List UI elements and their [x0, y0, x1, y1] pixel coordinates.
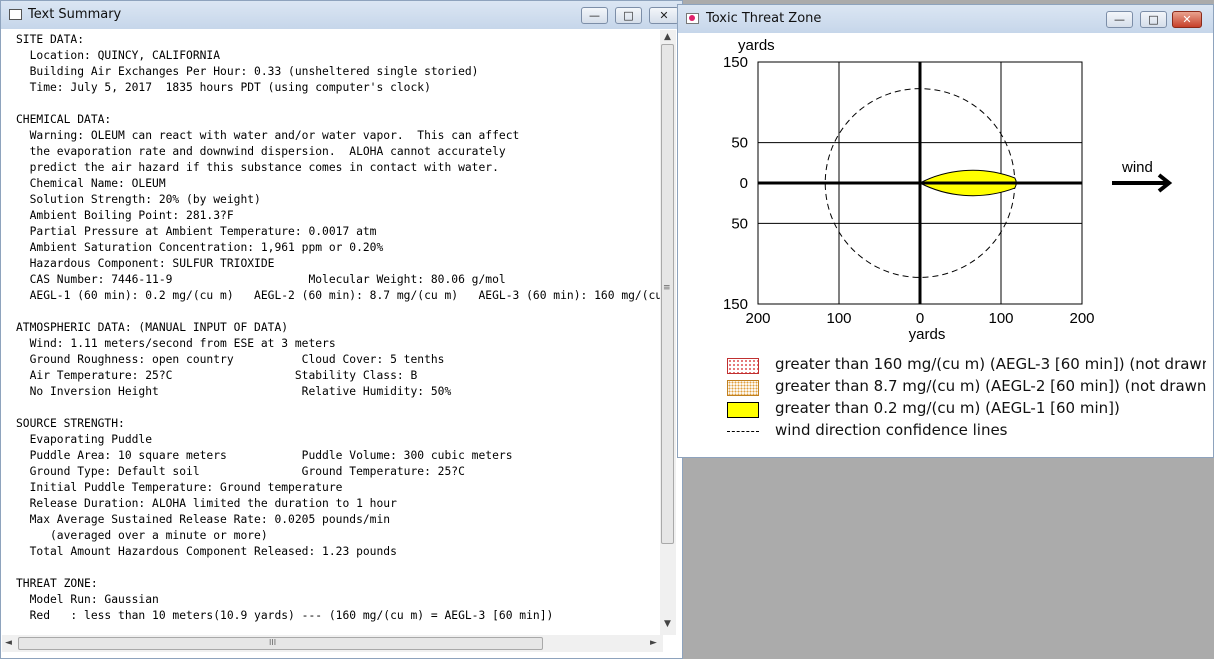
x-tick-label: 0 [916, 310, 924, 327]
y-tick-label: 150 [723, 296, 748, 313]
summary-line: Time: July 5, 2017 1835 hours PDT (using… [16, 81, 431, 94]
summary-text-area[interactable]: SITE DATA: Location: QUINCY, CALIFORNIA … [2, 30, 663, 635]
summary-line: Ambient Saturation Concentration: 1,961 … [16, 241, 384, 254]
x-tick-label: 100 [826, 310, 851, 327]
y-tick-label: 0 [740, 175, 748, 192]
summary-line: Hazardous Component: SULFUR TRIOXIDE [16, 257, 275, 270]
maximize-icon: □ [623, 9, 634, 22]
summary-line: Ambient Boiling Point: 281.3?F [16, 209, 234, 222]
summary-line: Puddle Area: 10 square meters Puddle Vol… [16, 449, 513, 462]
close-button[interactable]: ✕ [649, 7, 679, 24]
horizontal-scrollbar[interactable]: ◄ III ► [2, 635, 663, 652]
summary-line: Release Duration: ALOHA limited the dura… [16, 497, 397, 510]
summary-line: SOURCE STRENGTH: [16, 417, 125, 430]
text-document-icon [9, 9, 22, 20]
summary-line: SITE DATA: [16, 33, 85, 46]
wind-label: wind [1121, 159, 1153, 176]
close-icon: ✕ [659, 9, 669, 22]
summary-line: AEGL-1 (60 min): 0.2 mg/(cu m) AEGL-2 (6… [16, 289, 663, 302]
scroll-left-icon[interactable]: ◄ [5, 638, 12, 648]
summary-line: Initial Puddle Temperature: Ground tempe… [16, 481, 343, 494]
x-tick-label: 200 [745, 310, 770, 327]
y-tick-label: 50 [731, 135, 748, 152]
summary-line: No Inversion Height Relative Humidity: 5… [16, 385, 452, 398]
summary-line: Air Temperature: 25?C Stability Class: B [16, 369, 418, 382]
threat-zone-client: 150 50 0 50 150 200 100 0 100 200 yards yards wind … [685, 34, 1206, 452]
legend-label: wind direction confidence lines [775, 421, 1008, 439]
summary-line: (averaged over a minute or more) [16, 529, 268, 542]
summary-line: Partial Pressure at Ambient Temperature:… [16, 225, 377, 238]
y-axis-label: yards [738, 37, 775, 54]
threat-zone-titlebar[interactable]: Toxic Threat Zone — □ ✕ [678, 5, 1213, 33]
x-axis-label: yards [909, 326, 946, 343]
minimize-button[interactable]: — [581, 7, 608, 24]
vertical-scroll-thumb[interactable]: ≡ [661, 44, 674, 544]
close-button[interactable]: ✕ [1172, 11, 1202, 28]
vertical-scrollbar[interactable]: ▲ ≡ ▼ [660, 30, 676, 635]
maximize-button[interactable]: □ [1140, 11, 1167, 28]
minimize-icon: — [589, 9, 600, 22]
window-title: Toxic Threat Zone [706, 11, 822, 26]
summary-line: CHEMICAL DATA: [16, 113, 112, 126]
toxic-threat-zone-window: Toxic Threat Zone — □ ✕ 150 50 0 50 150 200 10… [677, 4, 1214, 458]
summary-line: Evaporating Puddle [16, 433, 153, 446]
scroll-down-icon[interactable]: ▼ [664, 619, 671, 629]
legend-label: greater than 0.2 mg/(cu m) (AEGL-1 [60 m… [775, 399, 1120, 417]
grip-icon: ≡ [663, 283, 671, 293]
maximize-icon: □ [1148, 13, 1159, 26]
close-icon: ✕ [1182, 13, 1192, 26]
summary-line: Red : less than 10 meters(10.9 yards) --… [16, 609, 554, 622]
summary-line: ATMOSPHERIC DATA: (MANUAL INPUT OF DATA) [16, 321, 289, 334]
minimize-button[interactable]: — [1106, 11, 1133, 28]
legend-swatch [727, 402, 759, 418]
summary-line: Building Air Exchanges Per Hour: 0.33 (u… [16, 65, 479, 78]
y-tick-label: 50 [731, 215, 748, 232]
summary-line: predict the air hazard if this substance… [16, 161, 499, 174]
legend-swatch [727, 380, 759, 396]
threat-zone-plot: 15050050150200 100 0 100 200yardsyards wind [723, 37, 1173, 343]
x-tick-label: 200 [1069, 310, 1094, 327]
dashed-line-swatch [727, 431, 759, 432]
summary-line: THREAT ZONE: [16, 577, 98, 590]
summary-line: Max Average Sustained Release Rate: 0.02… [16, 513, 391, 526]
text-summary-window: Text Summary — □ ✕ SITE DATA: Location: … [0, 0, 683, 659]
summary-line: the evaporation rate and downwind disper… [16, 145, 506, 158]
y-tick-label: 150 [723, 54, 748, 71]
summary-line: Ground Roughness: open country Cloud Cov… [16, 353, 445, 366]
minimize-icon: — [1114, 13, 1125, 26]
summary-line: Ground Type: Default soil Ground Tempera… [16, 465, 465, 478]
maximize-button[interactable]: □ [615, 7, 642, 24]
x-tick-label: 100 [988, 310, 1013, 327]
summary-line: Location: QUINCY, CALIFORNIA [16, 49, 221, 62]
summary-line: Wind: 1.11 meters/second from ESE at 3 m… [16, 337, 336, 350]
legend-label: greater than 160 mg/(cu m) (AEGL-3 [60 m… [775, 355, 1206, 373]
summary-line: Total Amount Hazardous Component Release… [16, 545, 397, 558]
summary-line: Solution Strength: 20% (by weight) [16, 193, 261, 206]
horizontal-scroll-thumb[interactable]: III [18, 637, 543, 650]
wind-direction-arrow-icon [1112, 173, 1173, 193]
summary-line: Chemical Name: OLEUM [16, 177, 166, 190]
summary-text: SITE DATA: Location: QUINCY, CALIFORNIA … [2, 30, 663, 624]
legend-swatch [727, 358, 759, 374]
summary-line: Warning: OLEUM can react with water and/… [16, 129, 520, 142]
summary-line: CAS Number: 7446-11-9 Molecular Weight: … [16, 273, 506, 286]
scroll-up-icon[interactable]: ▲ [664, 32, 671, 42]
summary-line: Model Run: Gaussian [16, 593, 159, 606]
window-title: Text Summary [28, 7, 122, 22]
scroll-right-icon[interactable]: ► [650, 638, 657, 648]
text-summary-titlebar[interactable]: Text Summary — □ ✕ [1, 1, 682, 29]
grip-icon: III [269, 638, 277, 647]
legend-label: greater than 8.7 mg/(cu m) (AEGL-2 [60 m… [775, 377, 1206, 395]
app-icon [686, 13, 699, 24]
